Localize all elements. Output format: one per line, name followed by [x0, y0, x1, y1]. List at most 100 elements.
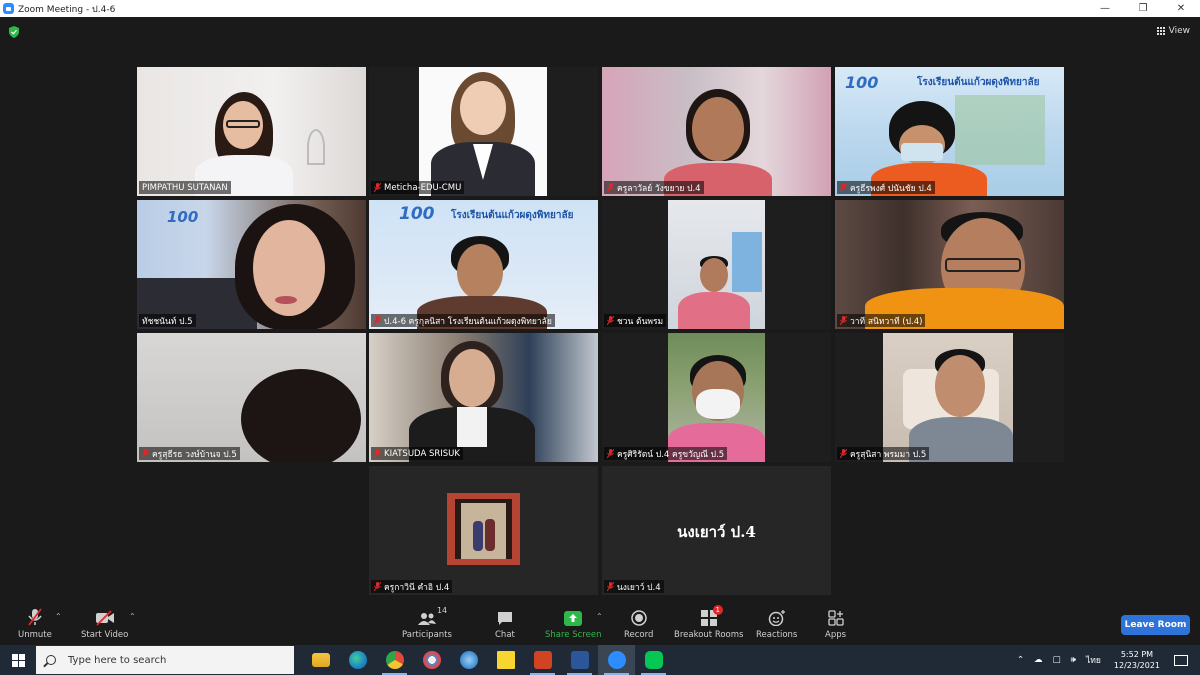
unmute-button[interactable]: Unmute [18, 608, 52, 640]
taskbar-apps [302, 645, 672, 675]
apps-button[interactable]: Apps [825, 608, 846, 640]
video-tile[interactable]: ครูลาวัลย์ วังขยาย ป.4 [602, 67, 831, 196]
apps-label: Apps [825, 630, 847, 640]
taskbar-file-explorer[interactable] [302, 645, 339, 675]
onedrive-cloud-icon[interactable]: ☁ [1034, 655, 1043, 665]
line-app-icon [644, 651, 663, 669]
chat-label: Chat [495, 630, 515, 640]
share-options-chevron-icon[interactable]: ⌃ [596, 612, 603, 621]
taskbar-line[interactable] [635, 645, 672, 675]
search-icon [46, 655, 56, 665]
breakout-rooms-icon: 1 [700, 605, 723, 626]
breakout-rooms-button[interactable]: 1 Breakout Rooms [674, 605, 743, 640]
video-tile[interactable]: KIATSUDA SRISUK [369, 333, 598, 462]
microphone-muted-icon [27, 608, 43, 626]
view-label: View [1168, 26, 1190, 36]
reactions-label: Reactions [756, 630, 798, 640]
taskbar-globe-app[interactable] [450, 645, 487, 675]
tray-chevron-up-icon[interactable]: ⌃ [1017, 655, 1024, 665]
taskbar-sticky-notes[interactable] [487, 645, 524, 675]
record-button[interactable]: Record [624, 608, 653, 640]
start-video-button[interactable]: Start Video [81, 608, 128, 640]
audio-options-chevron-icon[interactable]: ⌃ [55, 612, 62, 621]
minimize-icon[interactable]: — [1086, 0, 1124, 17]
volume-icon[interactable]: 🕪 [1071, 655, 1076, 665]
start-video-label: Start Video [81, 630, 129, 640]
sticky-notes-icon [496, 651, 515, 669]
chat-bubble-icon [497, 608, 513, 626]
word-icon [570, 651, 589, 669]
powerpoint-icon [533, 651, 552, 669]
input-language[interactable]: ไทย [1086, 653, 1101, 667]
video-tile[interactable]: ครูสุธีรธ วงษ์บ้านจ ป.5 [137, 333, 366, 462]
reactions-button[interactable]: Reactions [756, 608, 797, 640]
taskbar-edge[interactable] [339, 645, 376, 675]
taskbar-chrome[interactable] [376, 645, 413, 675]
video-tile[interactable]: ครูสุนิสา พรมมา ป.5 [835, 333, 1064, 462]
taskbar-zoom[interactable] [598, 645, 635, 675]
chat-button[interactable]: Chat [495, 608, 515, 640]
restore-icon[interactable]: ❐ [1124, 0, 1162, 17]
mic-muted-icon [373, 581, 382, 592]
video-tile[interactable]: PIMPATHU SUTANAN [137, 67, 366, 196]
participants-button[interactable]: 14 Participants [402, 606, 452, 640]
video-tile[interactable]: Meticha-EDU-CMU [369, 67, 598, 196]
grid-view-icon [1156, 27, 1165, 35]
close-icon[interactable]: ✕ [1162, 0, 1200, 17]
taskbar-word[interactable] [561, 645, 598, 675]
participant-name: ป.4-6 ครูกุลนิสา โรงเรียนต้นแก้วผดุงพิทย… [371, 314, 555, 327]
mic-muted-icon [373, 182, 382, 193]
view-button[interactable]: View [1156, 26, 1190, 36]
taskbar-powerpoint[interactable] [524, 645, 561, 675]
participants-label: Participants [402, 630, 452, 640]
mic-muted-icon [141, 448, 150, 459]
video-camera-off-icon [95, 608, 115, 626]
encryption-shield-icon[interactable] [9, 26, 19, 38]
mic-muted-icon [606, 581, 615, 592]
globe-icon [459, 651, 478, 669]
mic-muted-icon [606, 448, 615, 459]
window-title: Zoom Meeting - ป.4-6 [18, 4, 116, 15]
start-button[interactable] [0, 645, 36, 675]
taskbar-search-input[interactable]: Type here to search [36, 646, 294, 674]
notifications-icon[interactable] [1174, 654, 1188, 666]
participant-name: ครูลาวัลย์ วังขยาย ป.4 [604, 181, 704, 194]
school-name: โรงเรียนต้นแก้วผดุงพิทยาลัย [917, 77, 1040, 88]
video-tile[interactable]: 100 โรงเรียนต้นแก้วผดุงพิทยาลัย ครูธีรพง… [835, 67, 1064, 196]
participant-name: ครูสุธีรธ วงษ์บ้านจ ป.5 [139, 447, 240, 460]
windows-taskbar: Type here to search ⌃ ☁ □ 🕪 ไทย 5:52 PM … [0, 645, 1200, 675]
video-tile[interactable]: วาที สนิทวาที (ป.4) [835, 200, 1064, 329]
video-options-chevron-icon[interactable]: ⌃ [129, 612, 136, 621]
video-tile[interactable]: ครูศิริรัตน์ ป.4 ครูขวัญณี ป.5 [602, 333, 831, 462]
breakout-rooms-badge: 1 [712, 605, 723, 615]
taskbar-clock[interactable]: 5:52 PM 12/23/2021 [1114, 649, 1160, 671]
video-tile-active-speaker[interactable]: 100 ทัชชนันท์ ป.5 [137, 200, 366, 329]
video-tile[interactable]: 100 โรงเรียนต้นแก้วผดุงพิทยาลัย ป.4-6 คร… [369, 200, 598, 329]
mic-muted-icon [373, 315, 382, 326]
reactions-smiley-icon [768, 608, 786, 626]
record-icon [630, 608, 647, 626]
mic-muted-icon [606, 182, 615, 193]
share-screen-icon [564, 608, 583, 626]
profile-picture [447, 493, 520, 565]
participant-display-name: นงเยาว์ ป.4 [677, 523, 756, 541]
participant-name: KIATSUDA SRISUK [371, 447, 463, 460]
video-tile-profile-picture[interactable]: ครูกาวินี คำอิ ป.4 [369, 466, 598, 595]
share-screen-button[interactable]: Share Screen [545, 608, 601, 640]
participant-name: วาที สนิทวาที (ป.4) [837, 314, 926, 327]
mic-muted-icon [373, 448, 382, 459]
participant-name: นงเยาว์ ป.4 [604, 580, 664, 593]
participant-name: ครูศิริรัตน์ ป.4 ครูขวัญณี ป.5 [604, 447, 728, 460]
video-tile-video-off[interactable]: นงเยาว์ ป.4 นงเยาว์ ป.4 [602, 466, 831, 595]
leave-room-button[interactable]: Leave Room [1121, 615, 1190, 635]
mic-muted-icon [606, 315, 615, 326]
participant-name: ครูกาวินี คำอิ ป.4 [371, 580, 453, 593]
participant-name: ชวน ต้นพรม [604, 314, 667, 327]
video-tile[interactable]: ชวน ต้นพรม [602, 200, 831, 329]
mic-muted-icon [839, 448, 848, 459]
taskbar-paint[interactable] [413, 645, 450, 675]
network-icon[interactable]: □ [1053, 655, 1061, 665]
mic-muted-icon [839, 315, 848, 326]
window-controls: — ❐ ✕ [1086, 0, 1200, 17]
chrome-icon [385, 651, 404, 669]
